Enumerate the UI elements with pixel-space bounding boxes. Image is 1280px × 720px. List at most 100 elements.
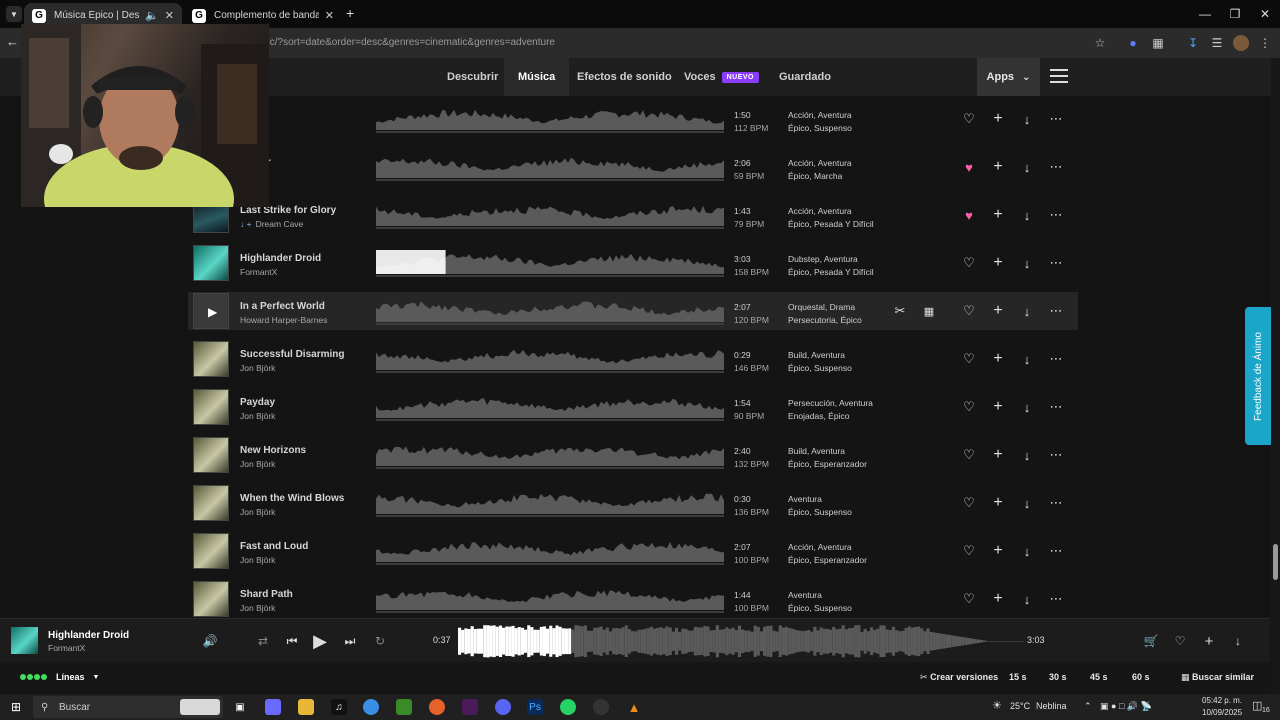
track-moods[interactable]: Persecutoria, Épico: [788, 315, 862, 325]
heart-icon[interactable]: ♡: [959, 541, 979, 561]
file-explorer-icon[interactable]: [298, 699, 314, 715]
track-artist[interactable]: Jon Björk: [240, 555, 275, 565]
more-icon[interactable]: ⋯: [1046, 445, 1066, 465]
weather-desc[interactable]: Neblina: [1036, 701, 1067, 711]
more-icon[interactable]: ⋯: [1046, 493, 1066, 513]
download-icon[interactable]: ↓: [1017, 493, 1037, 513]
page-scrollbar[interactable]: [1271, 58, 1280, 693]
download-icon[interactable]: ↓: [1017, 253, 1037, 273]
chrome-icon[interactable]: [363, 699, 379, 715]
track-row[interactable]: Shard Path Jon Björk 1:44 100 BPM Aventura Ép…: [188, 580, 1078, 618]
close-tab-icon[interactable]: ✕: [325, 9, 334, 22]
track-thumbnail[interactable]: [193, 389, 229, 425]
restore-icon[interactable]: ❐: [1218, 0, 1252, 28]
track-moods[interactable]: Enojadas, Épico: [788, 411, 849, 421]
new-tab-icon[interactable]: +: [346, 5, 354, 21]
track-genres[interactable]: Aventura: [788, 494, 822, 504]
track-title[interactable]: Highlander Droid: [240, 253, 321, 264]
track-waveform[interactable]: [376, 248, 724, 278]
download-icon[interactable]: ↓: [1017, 541, 1037, 561]
back-icon[interactable]: ←: [6, 34, 19, 49]
profile-avatar[interactable]: [1233, 35, 1249, 51]
heart-icon[interactable]: ♡: [959, 589, 979, 609]
version-30s[interactable]: 30 s: [1049, 672, 1067, 682]
next-icon[interactable]: ⏭: [340, 631, 360, 651]
nav-voces[interactable]: Voces NUEVO: [684, 58, 759, 96]
track-title[interactable]: Shard Path: [240, 589, 293, 600]
track-title[interactable]: Successful Disarming: [240, 349, 344, 360]
tab-list-chevron-icon[interactable]: ▼: [6, 6, 22, 22]
track-thumbnail[interactable]: [193, 533, 229, 569]
track-genres[interactable]: Acción, Aventura: [788, 542, 852, 552]
track-genres[interactable]: Dubstep, Aventura: [788, 254, 858, 264]
add-icon[interactable]: +: [1199, 631, 1219, 651]
add-icon[interactable]: +: [988, 109, 1008, 129]
track-artist[interactable]: Jon Björk: [240, 411, 275, 421]
version-45s[interactable]: 45 s: [1090, 672, 1108, 682]
obs-icon[interactable]: [593, 699, 609, 715]
close-window-icon[interactable]: ✕: [1248, 0, 1280, 28]
scissors-icon[interactable]: ✂: [890, 301, 910, 321]
previous-icon[interactable]: ⏮: [282, 631, 302, 651]
nav-musica[interactable]: Música: [504, 58, 570, 96]
track-genres[interactable]: Acción, Aventura: [788, 110, 852, 120]
notification-icon[interactable]: ◫: [1252, 699, 1262, 712]
add-icon[interactable]: +: [988, 253, 1008, 273]
similar-waveform-icon[interactable]: ▦: [919, 301, 939, 321]
download-icon[interactable]: ↓: [1017, 589, 1037, 609]
clock-time[interactable]: 05:42 p. m.: [1202, 696, 1242, 705]
whatsapp-icon[interactable]: [560, 699, 576, 715]
find-similar-button[interactable]: ▦ Buscar similar: [1181, 672, 1254, 683]
add-icon[interactable]: +: [988, 205, 1008, 225]
track-genres[interactable]: Build, Aventura: [788, 446, 845, 456]
add-icon[interactable]: +: [988, 589, 1008, 609]
track-moods[interactable]: Épico, Esperanzador: [788, 555, 867, 565]
speaker-icon[interactable]: 🔈: [145, 9, 159, 22]
play-icon[interactable]: ▶: [208, 305, 217, 319]
add-icon[interactable]: +: [988, 349, 1008, 369]
more-icon[interactable]: ⋯: [1046, 589, 1066, 609]
player-artist[interactable]: FormantX: [48, 643, 85, 653]
feedback-tab[interactable]: Feedback de Ánimo: [1245, 307, 1271, 445]
track-row[interactable]: New Horizons Jon Björk 2:40 132 BPM Build, A…: [188, 436, 1078, 474]
url-text[interactable]: pic/?sort=date&order=desc&genres=cinemat…: [262, 37, 555, 48]
track-row[interactable]: When the Wind Blows Jon Björk 0:30 136 BPM A…: [188, 484, 1078, 522]
track-row[interactable]: Fast and Loud Jon Björk 2:07 100 BPM Acción,…: [188, 532, 1078, 570]
download-icon[interactable]: ↧: [1185, 35, 1201, 51]
nav-efectos-de-sonido[interactable]: Efectos de sonido: [577, 58, 672, 96]
heart-icon[interactable]: ♡: [959, 301, 979, 321]
heart-icon[interactable]: ♡: [959, 397, 979, 417]
puzzle-icon[interactable]: ▦: [1150, 35, 1166, 51]
track-row[interactable]: Highlander Droid FormantX 3:03 158 BPM Dubst…: [188, 244, 1078, 282]
play-button[interactable]: ▶: [310, 631, 330, 651]
vlc-icon[interactable]: ▲: [626, 699, 642, 715]
add-icon[interactable]: +: [988, 541, 1008, 561]
more-icon[interactable]: ⋯: [1046, 253, 1066, 273]
version-60s[interactable]: 60 s: [1132, 672, 1150, 682]
heart-icon[interactable]: ♡: [1170, 631, 1190, 651]
heart-icon[interactable]: ♡: [959, 445, 979, 465]
download-icon[interactable]: ↓: [1228, 631, 1248, 651]
track-artist[interactable]: ↓ + Dream Cave: [240, 219, 303, 229]
search-highlight-icon[interactable]: [180, 699, 220, 715]
track-thumbnail[interactable]: [193, 437, 229, 473]
more-icon[interactable]: ⋯: [1046, 205, 1066, 225]
extension-icon[interactable]: ●: [1125, 35, 1141, 51]
download-icon[interactable]: ↓: [1017, 205, 1037, 225]
create-versions-button[interactable]: ✂ Crear versiones: [920, 672, 998, 683]
track-title[interactable]: Fast and Loud: [240, 541, 308, 552]
track-waveform[interactable]: [376, 344, 724, 374]
browser-menu-icon[interactable]: ⋮: [1257, 35, 1273, 51]
track-artist[interactable]: Jon Björk: [240, 363, 275, 373]
apps-dropdown[interactable]: Apps ⌄: [977, 58, 1040, 96]
track-thumbnail[interactable]: [193, 341, 229, 377]
track-thumbnail[interactable]: [193, 485, 229, 521]
more-icon[interactable]: ⋯: [1046, 301, 1066, 321]
bookmark-star-icon[interactable]: ☆: [1092, 35, 1108, 51]
more-icon[interactable]: ⋯: [1046, 397, 1066, 417]
windows-start-icon[interactable]: ⊞: [8, 699, 24, 715]
weather-temp[interactable]: 25°C: [1010, 701, 1030, 711]
track-title[interactable]: Payday: [240, 397, 275, 408]
track-row[interactable]: e Uprk1:50112 BPMAcción, AventuraÉpico, …: [188, 100, 1078, 138]
track-row[interactable]: Payday Jon Björk 1:54 90 BPM Persecución, Av…: [188, 388, 1078, 426]
